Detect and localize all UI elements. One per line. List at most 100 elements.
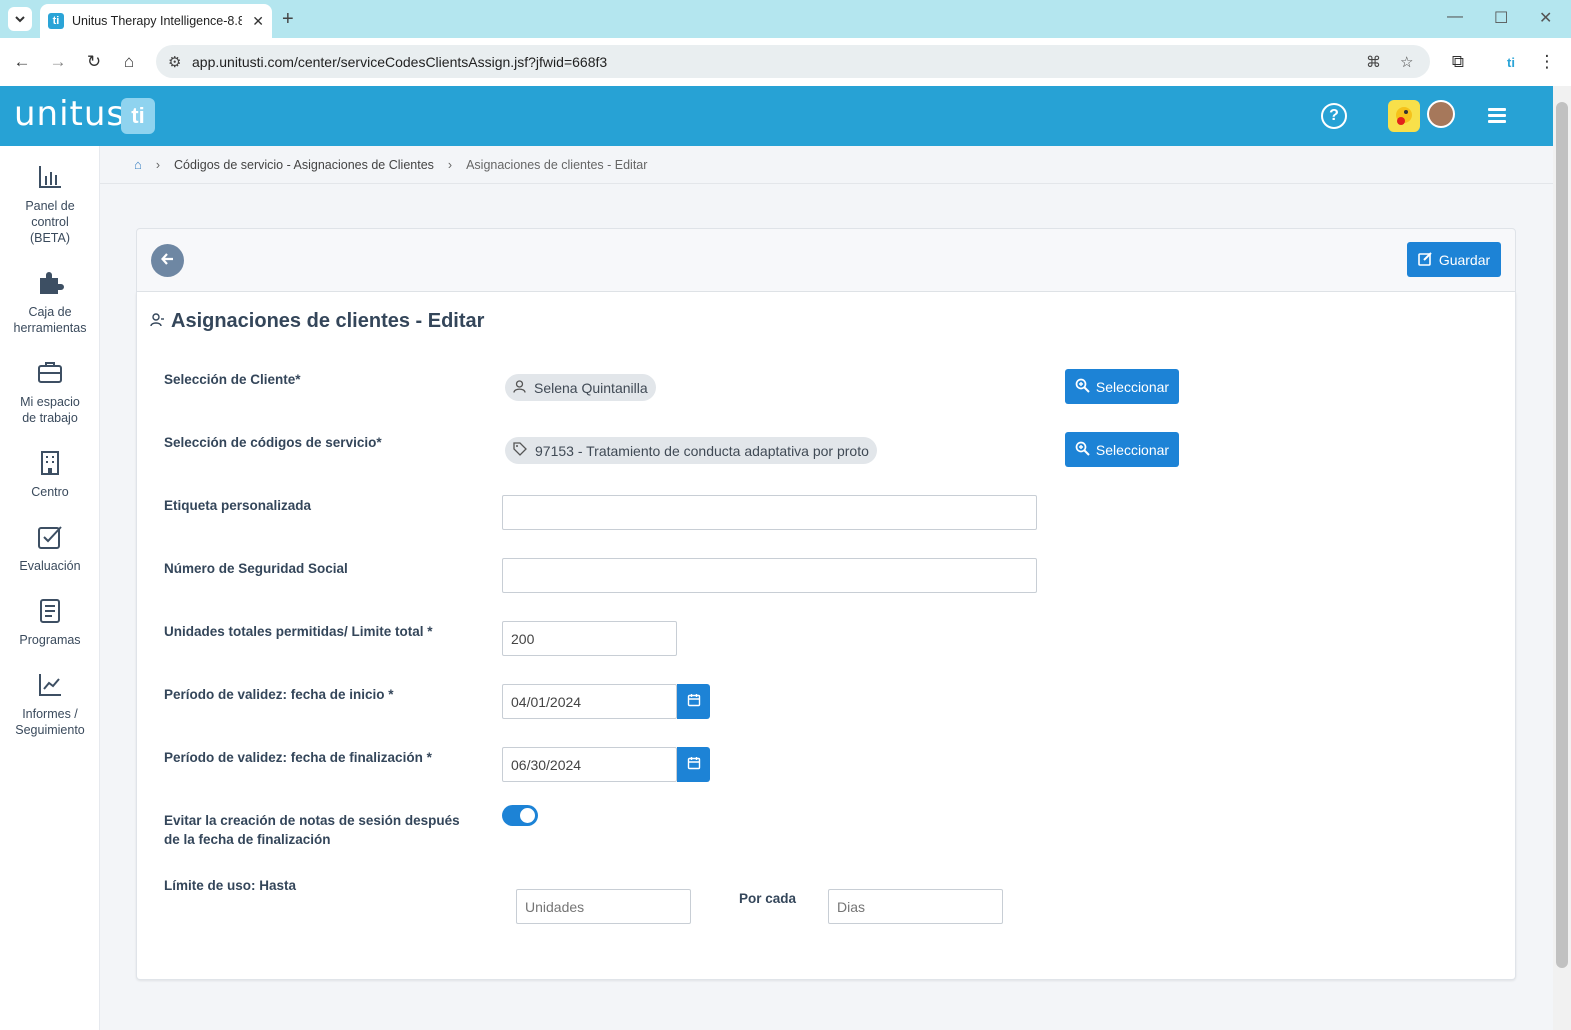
edit-icon (1418, 251, 1433, 269)
ssn-label: Número de Seguridad Social (164, 561, 348, 576)
sidebar-item-label: control (31, 215, 69, 229)
sidebar-item-label: Caja de (28, 305, 72, 319)
sidebar-item-evaluation[interactable]: Evaluación (0, 524, 100, 574)
puzzle-icon (0, 270, 100, 298)
page-scrollbar[interactable] (1553, 86, 1571, 1030)
user-icon (513, 379, 526, 396)
back-icon[interactable]: ← (10, 50, 34, 74)
sidebar-item-label: Evaluación (19, 559, 81, 573)
client-chip: Selena Quintanilla (505, 374, 656, 401)
browser-tab-bar: ti Unitus Therapy Intelligence-8.8 ✕ + —… (0, 0, 1571, 38)
menu-icon[interactable] (1488, 108, 1506, 124)
sidebar-item-label: Panel de (25, 199, 75, 213)
breadcrumb-item-service-codes[interactable]: Códigos de servicio - Asignaciones de Cl… (174, 158, 434, 172)
prevent-notes-label: Evitar la creación de notas de sesión de… (164, 811, 460, 849)
sidebar-item-label: Informes / (22, 707, 78, 721)
sidebar-item-label: herramientas (13, 321, 87, 335)
help-icon[interactable]: ? (1321, 103, 1347, 129)
site-info-icon[interactable]: ⚙ (168, 53, 181, 71)
total-units-input[interactable]: 200 (502, 621, 677, 656)
extensions-icon[interactable]: ⧉ (1446, 50, 1470, 74)
tab-title: Unitus Therapy Intelligence-8.8 (72, 14, 242, 28)
unitus-favicon-icon: ti (48, 13, 64, 29)
chevron-right-icon: › (447, 157, 453, 172)
service-code-chip-text: 97153 - Tratamiento de conducta adaptati… (535, 442, 869, 459)
per-each-label: Por cada (739, 891, 797, 906)
page-title: Asignaciones de clientes - Editar (150, 310, 484, 333)
usage-limit-days-input[interactable] (828, 889, 1003, 924)
breadcrumb-item-current: Asignaciones de clientes - Editar (466, 157, 648, 172)
home-icon[interactable]: ⌂ (134, 157, 142, 172)
logo-text[interactable]: unitus (14, 94, 125, 134)
client-label: Selección de Cliente* (164, 372, 301, 387)
select-client-label: Seleccionar (1095, 378, 1170, 395)
tab-list-icon[interactable] (8, 7, 32, 31)
user-settings-icon (150, 313, 165, 330)
building-icon (0, 450, 100, 478)
user-avatar[interactable] (1427, 100, 1455, 128)
prevent-notes-toggle[interactable] (502, 805, 538, 826)
sidebar-item-programs[interactable]: Programas (0, 598, 100, 648)
action-bar (136, 228, 1516, 292)
bar-chart-icon (0, 164, 100, 192)
sidebar-item-label: Mi espacio (20, 395, 80, 409)
toggle-knob (518, 806, 537, 825)
translate-icon[interactable]: ⌘ (1366, 53, 1381, 71)
address-bar[interactable]: ⚙ app.unitusti.com/center/serviceCodesCl… (156, 45, 1430, 78)
bookmark-star-icon[interactable]: ☆ (1400, 53, 1413, 71)
save-button-label: Guardar (1438, 251, 1491, 268)
ssn-input[interactable] (502, 558, 1037, 593)
service-code-label: Selección de códigos de servicio* (164, 435, 382, 450)
custom-label-label: Etiqueta personalizada (164, 498, 312, 513)
select-service-code-label: Seleccionar (1095, 441, 1170, 458)
end-date-label: Período de validez: fecha de finalizació… (164, 750, 432, 765)
calendar-icon (687, 756, 701, 773)
more-options-icon[interactable]: ⋮ (1535, 50, 1559, 74)
end-date-calendar-button[interactable] (677, 747, 710, 782)
sidebar-item-dashboard[interactable]: Panel de control (BETA) (0, 164, 100, 246)
home-icon[interactable]: ⌂ (117, 50, 141, 74)
forward-icon[interactable]: → (46, 50, 70, 74)
breadcrumb: ⌂ › Códigos de servicio - Asignaciones d… (100, 146, 1553, 184)
usage-limit-units-input[interactable] (516, 889, 691, 924)
prevent-notes-label-line1: Evitar la creación de notas de sesión de… (164, 813, 460, 828)
zoom-in-icon (1075, 378, 1090, 396)
new-tab-icon[interactable]: + (282, 8, 294, 31)
page-title-text: Asignaciones de clientes - Editar (171, 310, 485, 332)
briefcase-icon (0, 360, 100, 388)
scrollbar-thumb[interactable] (1556, 102, 1568, 968)
calendar-icon (687, 693, 701, 710)
sidebar-item-center[interactable]: Centro (0, 450, 100, 500)
reload-icon[interactable]: ↻ (82, 50, 106, 74)
browser-tab[interactable]: ti Unitus Therapy Intelligence-8.8 ✕ (40, 4, 272, 38)
sidebar-item-reports[interactable]: Informes / Seguimiento (0, 672, 100, 738)
end-date-input[interactable]: 06/30/2024 (502, 747, 677, 782)
start-date-calendar-button[interactable] (677, 684, 710, 719)
back-button[interactable] (151, 244, 184, 277)
start-date-input[interactable]: 04/01/2024 (502, 684, 677, 719)
prevent-notes-label-line2: de la fecha de finalización (164, 832, 331, 847)
center-logo-icon[interactable] (1388, 100, 1420, 132)
sidebar-item-label: de trabajo (22, 411, 78, 425)
extension-unitus-icon[interactable]: ti (1499, 50, 1523, 74)
close-tab-icon[interactable]: ✕ (252, 13, 264, 30)
document-icon (0, 598, 100, 626)
browser-toolbar: ← → ↻ ⌂ ⚙ app.unitusti.com/center/servic… (0, 38, 1571, 86)
chevron-right-icon: › (155, 157, 161, 172)
sidebar-item-workspace[interactable]: Mi espacio de trabajo (0, 360, 100, 426)
save-button[interactable]: Guardar (1407, 242, 1501, 277)
usage-limit-label: Límite de uso: Hasta (164, 878, 297, 893)
service-code-chip: 97153 - Tratamiento de conducta adaptati… (505, 437, 877, 464)
trend-chart-icon (0, 672, 100, 700)
maximize-icon[interactable]: ☐ (1494, 8, 1508, 28)
sidebar-item-label: Centro (31, 485, 69, 499)
logo-mark-icon[interactable]: ti (121, 98, 155, 134)
select-client-button[interactable]: Seleccionar (1065, 369, 1179, 404)
select-service-code-button[interactable]: Seleccionar (1065, 432, 1179, 467)
custom-label-input[interactable] (502, 495, 1037, 530)
minimize-icon[interactable]: — (1447, 8, 1463, 26)
sidebar-item-label: Programas (19, 633, 81, 647)
sidebar-item-toolbox[interactable]: Caja de herramientas (0, 270, 100, 336)
tag-icon (513, 442, 527, 459)
close-window-icon[interactable]: ✕ (1539, 8, 1552, 28)
